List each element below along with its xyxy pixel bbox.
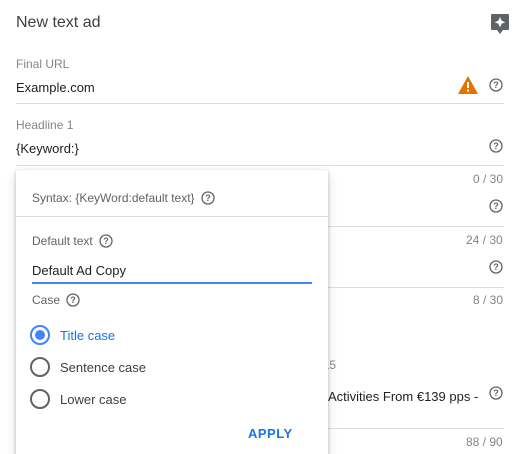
case-option-label: Title case bbox=[60, 327, 116, 343]
page-title: New text ad bbox=[16, 14, 101, 31]
case-option-label: Sentence case bbox=[60, 359, 147, 375]
svg-text:?: ? bbox=[493, 388, 499, 398]
description-underline bbox=[328, 428, 504, 429]
sparkle-icon[interactable] bbox=[490, 13, 510, 35]
headline3-counter: 8 / 30 bbox=[473, 293, 504, 307]
headline1-counter: 0 / 30 bbox=[473, 172, 504, 186]
radio-unselected-icon[interactable] bbox=[30, 357, 50, 377]
default-text-label: Default text bbox=[32, 234, 93, 248]
help-icon[interactable]: ? bbox=[489, 199, 503, 213]
final-url-input[interactable]: Example.com bbox=[16, 80, 95, 95]
svg-text:?: ? bbox=[493, 262, 499, 272]
case-option-title[interactable]: Title case bbox=[30, 325, 115, 345]
help-icon[interactable]: ? bbox=[489, 386, 503, 400]
headline2-underline bbox=[328, 226, 504, 227]
warning-icon[interactable] bbox=[457, 75, 479, 95]
headline1-underline bbox=[16, 165, 504, 166]
case-label: Case bbox=[32, 293, 61, 307]
help-icon[interactable]: ? bbox=[489, 139, 503, 153]
keyword-insertion-popup: Syntax: {KeyWord:default text} ? Default… bbox=[16, 170, 328, 454]
help-icon[interactable]: ? bbox=[66, 293, 80, 307]
help-icon[interactable]: ? bbox=[200, 191, 215, 205]
final-url-label: Final URL bbox=[16, 57, 70, 71]
svg-text:?: ? bbox=[493, 201, 499, 211]
default-text-label-row: Default text ? bbox=[32, 234, 113, 248]
headline1-label: Headline 1 bbox=[16, 118, 74, 132]
headline2-counter: 24 / 30 bbox=[466, 233, 503, 247]
headline3-underline bbox=[328, 287, 504, 288]
headline1-input[interactable]: {Keyword:} bbox=[16, 141, 79, 156]
apply-button[interactable]: APPLY bbox=[248, 426, 293, 441]
description-counter: 88 / 90 bbox=[466, 435, 503, 449]
final-url-underline bbox=[16, 103, 504, 104]
syntax-hint: Syntax: {KeyWord:default text} ? bbox=[32, 191, 215, 205]
case-option-lower[interactable]: Lower case bbox=[30, 389, 126, 409]
svg-text:?: ? bbox=[70, 295, 76, 305]
case-option-label: Lower case bbox=[60, 391, 127, 407]
syntax-text: Syntax: {KeyWord:default text} bbox=[32, 191, 195, 205]
popup-divider bbox=[16, 216, 328, 217]
radio-unselected-icon[interactable] bbox=[30, 389, 50, 409]
description-input[interactable]: Activities From €139 pps - bbox=[328, 389, 478, 404]
help-icon[interactable]: ? bbox=[489, 78, 503, 92]
help-icon[interactable]: ? bbox=[99, 234, 113, 248]
svg-text:?: ? bbox=[493, 141, 499, 151]
case-label-row: Case ? bbox=[32, 293, 80, 307]
svg-text:?: ? bbox=[493, 80, 499, 90]
radio-selected-icon[interactable] bbox=[30, 325, 50, 345]
svg-text:?: ? bbox=[103, 236, 109, 246]
case-option-sentence[interactable]: Sentence case bbox=[30, 357, 146, 377]
svg-text:?: ? bbox=[205, 193, 211, 203]
help-icon[interactable]: ? bbox=[489, 260, 503, 274]
default-text-input[interactable] bbox=[32, 258, 312, 284]
